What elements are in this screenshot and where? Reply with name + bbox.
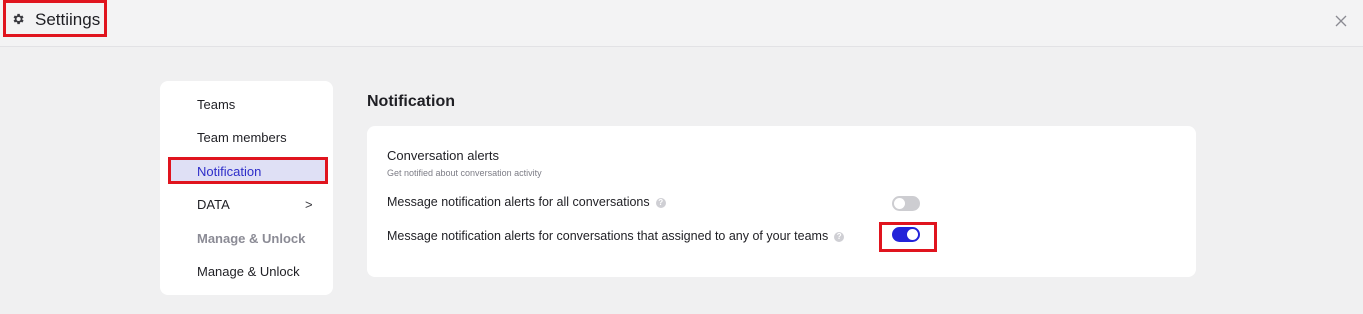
toggle-knob <box>907 229 918 240</box>
settings-sidebar: Teams Team members Notification DATA > M… <box>160 81 333 295</box>
toggle-knob <box>894 198 905 209</box>
notification-card: Conversation alerts Get notified about c… <box>367 126 1196 277</box>
settings-title-box: Settiings <box>3 0 107 37</box>
toggle-all-conversations[interactable] <box>892 196 920 211</box>
sidebar-item-notification[interactable]: Notification <box>168 157 328 184</box>
setting-label: Message notification alerts for all conv… <box>387 195 650 209</box>
page-title: Settiings <box>35 10 101 29</box>
sidebar-item-team-members[interactable]: Team members <box>197 130 287 145</box>
gear-icon <box>13 13 24 25</box>
sidebar-item-manage-unlock-disabled: Manage & Unlock <box>197 231 306 246</box>
sidebar-item-manage-unlock[interactable]: Manage & Unlock <box>197 264 300 279</box>
info-icon[interactable]: ? <box>834 231 845 242</box>
card-heading: Conversation alerts <box>387 148 499 163</box>
setting-label: Message notification alerts for conversa… <box>387 229 829 243</box>
sidebar-item-label: Notification <box>197 164 262 179</box>
setting-row-team-conversations: Message notification alerts for conversa… <box>387 229 845 243</box>
setting-row-all-conversations: Message notification alerts for all conv… <box>387 195 666 209</box>
card-subheading: Get notified about conversation activity <box>387 168 542 178</box>
toggle-team-conversations[interactable] <box>892 227 920 242</box>
section-title: Notification <box>367 93 455 110</box>
settings-header: Settiings <box>0 0 1363 47</box>
info-icon[interactable]: ? <box>655 197 666 208</box>
sidebar-item-teams[interactable]: Teams <box>197 97 235 112</box>
chevron-right-icon[interactable]: > <box>305 197 313 212</box>
sidebar-item-data[interactable]: DATA <box>197 197 230 212</box>
close-icon[interactable] <box>1334 14 1348 28</box>
